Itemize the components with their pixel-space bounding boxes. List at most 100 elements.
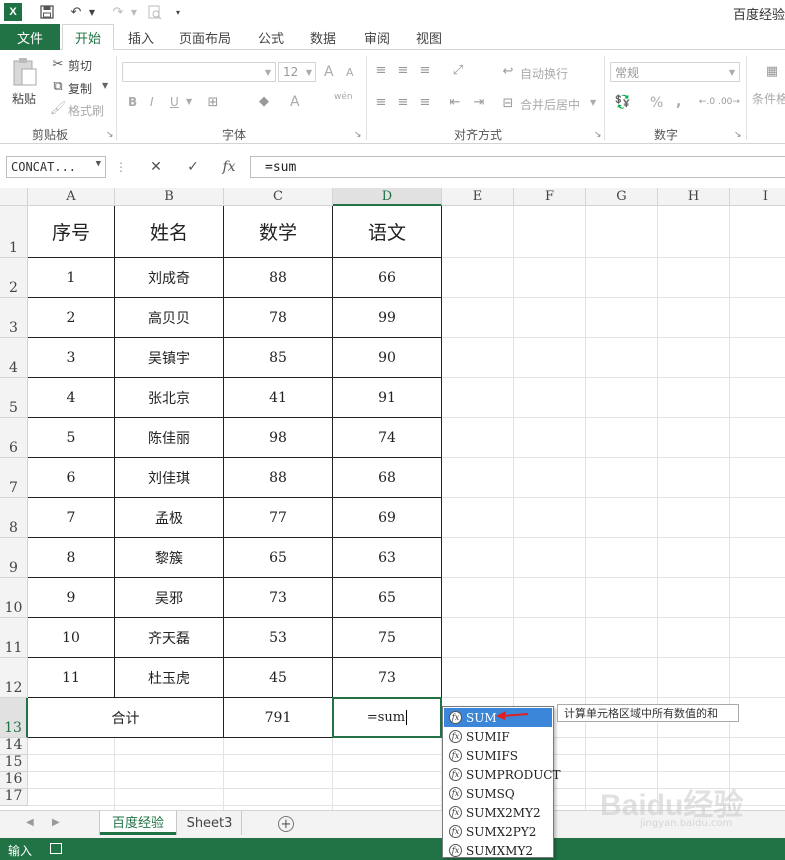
row-header[interactable]: 17: [0, 788, 28, 806]
column-header-a[interactable]: A: [28, 188, 115, 206]
borders-icon[interactable]: ⊞: [204, 94, 222, 110]
table-cell[interactable]: 孟极: [115, 498, 224, 538]
table-cell[interactable]: 88: [224, 258, 333, 298]
align-top-icon[interactable]: ≡: [372, 62, 390, 78]
tab-page-layout[interactable]: 页面布局: [172, 24, 238, 50]
table-cell[interactable]: 黎簇: [115, 538, 224, 578]
autocomplete-item-sumsq[interactable]: fx SUMSQ: [444, 784, 552, 803]
customize-qat-icon[interactable]: ▾: [172, 3, 184, 21]
row-header[interactable]: 6: [0, 418, 28, 458]
autocomplete-item-sumx2py2[interactable]: fx SUMX2PY2: [444, 822, 552, 841]
table-cell[interactable]: 68: [333, 458, 442, 498]
autocomplete-item-sumx2my2[interactable]: fx SUMX2MY2: [444, 803, 552, 822]
table-cell[interactable]: 8: [28, 538, 115, 578]
table-cell[interactable]: 刘佳琪: [115, 458, 224, 498]
table-header-cell[interactable]: 语文: [333, 206, 442, 258]
font-color-button[interactable]: A: [290, 94, 300, 110]
align-bottom-icon[interactable]: ≡: [416, 62, 434, 78]
enter-icon[interactable]: ✓: [176, 156, 210, 178]
shrink-font-button[interactable]: A: [346, 66, 354, 79]
table-cell[interactable]: 65: [224, 538, 333, 578]
wrap-text-button[interactable]: 自动换行: [520, 65, 568, 82]
table-cell[interactable]: 74: [333, 418, 442, 458]
paste-button[interactable]: 粘贴: [12, 90, 36, 107]
table-cell[interactable]: 张北京: [115, 378, 224, 418]
fill-color-icon[interactable]: ◆: [254, 92, 274, 110]
column-header-e[interactable]: E: [442, 188, 514, 206]
column-header-g[interactable]: G: [586, 188, 658, 206]
print-preview-icon[interactable]: [146, 3, 164, 21]
select-all-button[interactable]: [0, 188, 28, 206]
function-autocomplete-list[interactable]: fx SUM fx SUMIF fx SUMIFS fx SUMPRODUCT fx SUMSQ f…: [442, 706, 561, 860]
table-cell[interactable]: 5: [28, 418, 115, 458]
redo-dropdown-icon[interactable]: ▼: [128, 3, 140, 21]
table-cell[interactable]: 9: [28, 578, 115, 618]
table-cell[interactable]: 88: [224, 458, 333, 498]
font-size-combobox[interactable]: 12 ▼: [278, 62, 316, 82]
phonetic-button[interactable]: wén: [334, 92, 353, 102]
table-cell[interactable]: 98: [224, 418, 333, 458]
table-cell[interactable]: 73: [224, 578, 333, 618]
column-header-h[interactable]: H: [658, 188, 730, 206]
grow-font-button[interactable]: A: [324, 64, 334, 80]
table-cell[interactable]: 91: [333, 378, 442, 418]
copy-button[interactable]: 复制: [68, 80, 92, 97]
orientation-icon[interactable]: ⤢: [446, 62, 470, 78]
redo-icon[interactable]: ↷: [108, 3, 128, 21]
align-right-icon[interactable]: ≡: [416, 94, 434, 110]
row-header[interactable]: 4: [0, 338, 28, 378]
tab-insert[interactable]: 插入: [118, 24, 164, 50]
tab-review[interactable]: 审阅: [356, 24, 398, 50]
table-cell[interactable]: 高贝贝: [115, 298, 224, 338]
percent-button[interactable]: %: [650, 95, 663, 111]
active-cell-d13[interactable]: =sum: [332, 697, 442, 738]
table-header-cell[interactable]: 序号: [28, 206, 115, 258]
cut-button[interactable]: 剪切: [68, 57, 92, 74]
underline-dropdown-icon[interactable]: ▼: [186, 97, 192, 106]
tab-file[interactable]: 文件: [0, 24, 60, 50]
merge-center-button[interactable]: 合并后居中: [520, 96, 580, 113]
table-cell[interactable]: 73: [333, 658, 442, 698]
row-header[interactable]: 15: [0, 754, 28, 772]
table-cell[interactable]: 90: [333, 338, 442, 378]
name-box[interactable]: CONCAT... ▼: [6, 156, 106, 178]
column-header-c[interactable]: C: [224, 188, 333, 206]
row-header[interactable]: 1: [0, 206, 28, 258]
undo-icon[interactable]: ↶: [66, 3, 86, 21]
align-left-icon[interactable]: ≡: [372, 94, 390, 110]
row-header[interactable]: 3: [0, 298, 28, 338]
autocomplete-item-sumifs[interactable]: fx SUMIFS: [444, 746, 552, 765]
name-box-dropdown-icon[interactable]: ▼: [96, 159, 101, 169]
table-cell[interactable]: 杜玉虎: [115, 658, 224, 698]
font-name-combobox[interactable]: ▼: [122, 62, 276, 82]
tab-view[interactable]: 视图: [408, 24, 450, 50]
tab-home[interactable]: 开始: [62, 24, 114, 51]
row-header[interactable]: 12: [0, 658, 28, 698]
table-cell[interactable]: 65: [333, 578, 442, 618]
row-header[interactable]: 11: [0, 618, 28, 658]
column-header-d[interactable]: D: [333, 188, 442, 206]
autocomplete-item-sumxmy2[interactable]: fx SUMXMY2: [444, 841, 552, 860]
align-center-icon[interactable]: ≡: [394, 94, 412, 110]
sheet-nav-next-icon[interactable]: ▶: [52, 817, 60, 828]
conditional-formatting-button[interactable]: 条件格: [752, 90, 785, 107]
table-cell[interactable]: 45: [224, 658, 333, 698]
table-cell[interactable]: 66: [333, 258, 442, 298]
table-cell[interactable]: 陈佳丽: [115, 418, 224, 458]
column-header-b[interactable]: B: [115, 188, 224, 206]
tab-data[interactable]: 数据: [302, 24, 344, 50]
table-header-cell[interactable]: 姓名: [115, 206, 224, 258]
insert-function-icon[interactable]: fx: [212, 156, 246, 178]
table-cell[interactable]: 1: [28, 258, 115, 298]
row-header[interactable]: 5: [0, 378, 28, 418]
macro-record-icon[interactable]: [50, 843, 62, 854]
total-math-cell[interactable]: 791: [224, 698, 333, 738]
table-cell[interactable]: 69: [333, 498, 442, 538]
table-cell[interactable]: 41: [224, 378, 333, 418]
table-cell[interactable]: 53: [224, 618, 333, 658]
table-cell[interactable]: 77: [224, 498, 333, 538]
table-cell[interactable]: 刘成奇: [115, 258, 224, 298]
table-cell[interactable]: 85: [224, 338, 333, 378]
table-cell[interactable]: 10: [28, 618, 115, 658]
number-launcher-icon[interactable]: ↘: [734, 130, 742, 140]
